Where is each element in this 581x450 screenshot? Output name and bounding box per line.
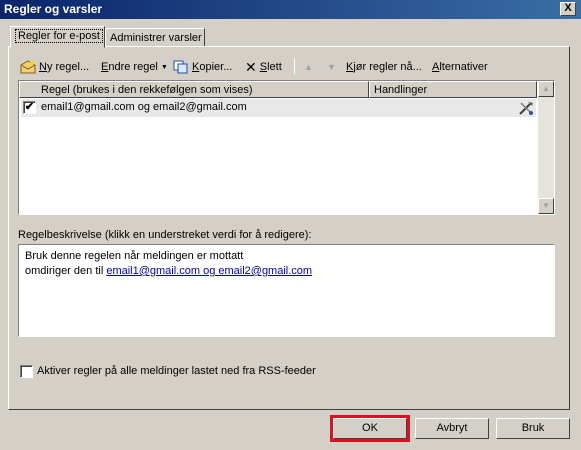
rule-row[interactable]: ✔ email1@gmail.com og email2@gmail.com: [21, 99, 536, 117]
run-rules-button[interactable]: Kjør regler nå...: [346, 59, 422, 75]
scroll-down-arrow-icon[interactable]: ▼: [538, 198, 554, 214]
rule-description-line1: Bruk denne regelen når meldingen er mott…: [25, 250, 244, 262]
move-up-button[interactable]: ▲: [304, 59, 313, 75]
options-button[interactable]: Alternativer: [432, 59, 488, 75]
copy-icon: [173, 60, 188, 74]
forward-recipients-link[interactable]: email1@gmail.com og email2@gmail.com: [106, 265, 312, 277]
new-rule-icon: [20, 60, 36, 74]
delete-button[interactable]: ✕ Slett: [245, 59, 282, 75]
change-rule-button[interactable]: Endre regel ▼: [101, 59, 168, 75]
rule-enabled-checkbox[interactable]: ✔: [23, 101, 36, 114]
arrow-down-icon: ▼: [327, 62, 336, 72]
rules-list-scrollbar[interactable]: ▲ ▼: [538, 81, 554, 214]
close-button[interactable]: X: [560, 2, 576, 16]
rule-description-line2: omdiriger den til email1@gmail.com og em…: [25, 264, 554, 279]
forward-rule-icon: [519, 102, 533, 115]
rule-description-label: Regelbeskrivelse (klikk en understreket …: [18, 229, 312, 241]
toolbar-separator: [294, 58, 295, 74]
rules-list[interactable]: Regel (brukes i den rekkefølgen som vise…: [18, 80, 555, 215]
title-bar: Regler og varsler X: [0, 0, 581, 19]
rule-description-box: Bruk denne regelen når meldingen er mott…: [18, 244, 555, 337]
arrow-up-icon: ▲: [304, 62, 313, 72]
copy-label: Kopier...: [192, 61, 233, 73]
column-header-actions[interactable]: Handlinger: [369, 81, 537, 98]
ok-button[interactable]: OK: [330, 415, 410, 442]
tab-manage-alerts-label: Administrer varsler: [110, 32, 202, 44]
rule-description-action: omdiriger den til: [25, 265, 104, 277]
cancel-button[interactable]: Avbryt: [415, 418, 489, 439]
delete-icon: ✕: [245, 59, 257, 75]
apply-button[interactable]: Bruk: [496, 418, 570, 439]
dropdown-arrow-icon: ▼: [160, 63, 168, 71]
new-rule-label: Ny regel...: [39, 61, 90, 73]
tab-manage-alerts[interactable]: Administrer varsler: [105, 28, 205, 48]
tab-email-rules-label: Regler for e-post: [15, 29, 103, 43]
window-title: Regler og varsler: [4, 2, 103, 16]
run-rules-label: Kjør regler nå...: [346, 61, 422, 73]
column-header-rule[interactable]: Regel (brukes i den rekkefølgen som vise…: [19, 81, 369, 98]
rss-rules-label: Aktiver regler på alle meldinger lastet …: [37, 365, 316, 377]
options-label: Alternativer: [432, 61, 488, 73]
change-rule-label: Endre regel: [101, 61, 158, 73]
copy-button[interactable]: Kopier...: [173, 59, 232, 75]
scroll-up-arrow-icon[interactable]: ▲: [538, 81, 554, 97]
rule-name: email1@gmail.com og email2@gmail.com: [41, 101, 247, 113]
delete-label: Slett: [259, 61, 282, 73]
new-rule-button[interactable]: Ny regel...: [20, 59, 89, 75]
rss-rules-checkbox[interactable]: [20, 365, 33, 378]
column-header-rule-label: Regel (brukes i den rekkefølgen som vise…: [41, 84, 253, 96]
column-header-actions-label: Handlinger: [374, 84, 428, 96]
move-down-button[interactable]: ▼: [327, 59, 336, 75]
tab-email-rules[interactable]: Regler for e-post: [10, 26, 105, 48]
